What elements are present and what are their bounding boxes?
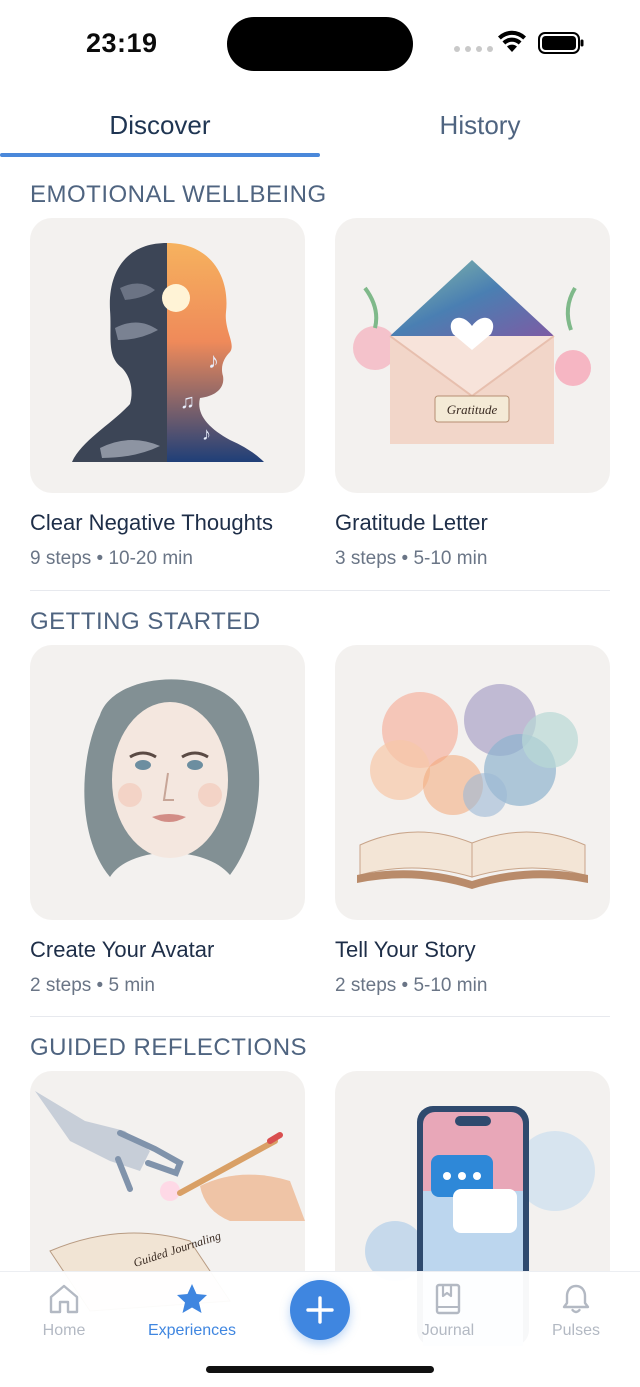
journal-icon: [435, 1283, 461, 1315]
plus-icon: [306, 1296, 334, 1324]
card-gratitude-letter[interactable]: Gratitude Gratitude Letter 3 steps • 5-1…: [335, 218, 610, 570]
card-meta: 2 steps • 5-10 min: [335, 975, 488, 996]
wifi-icon: [498, 30, 526, 52]
nav-label: Journal: [421, 1322, 475, 1339]
card-clear-negative-thoughts[interactable]: ♪ ♫ ♪ Clear Negative Thoughts 9 steps • …: [30, 218, 305, 570]
face-portrait-illustration: [30, 645, 305, 920]
section-title-getting-started: GETTING STARTED: [30, 608, 261, 635]
active-tab-indicator: [0, 153, 320, 157]
nav-label: Pulses: [551, 1322, 601, 1339]
open-book-illustration: [335, 645, 610, 920]
card-title: Gratitude Letter: [335, 510, 488, 535]
card-meta: 2 steps • 5 min: [30, 975, 155, 996]
split-head-illustration: ♪ ♫ ♪: [30, 218, 305, 493]
svg-text:♫: ♫: [180, 391, 195, 413]
nav-home[interactable]: Home: [9, 1282, 119, 1340]
section-divider: [30, 590, 610, 591]
svg-text:♪: ♪: [202, 424, 211, 444]
card-title: Clear Negative Thoughts: [30, 510, 273, 535]
card-create-your-avatar[interactable]: Create Your Avatar 2 steps • 5 min: [30, 645, 305, 997]
section-title-guided-reflections: GUIDED REFLECTIONS: [30, 1034, 308, 1061]
star-icon: [177, 1284, 207, 1313]
battery-icon: [538, 32, 584, 54]
bell-icon: [562, 1284, 590, 1314]
home-indicator: [206, 1366, 434, 1373]
section-title-emotional-wellbeing: EMOTIONAL WELLBEING: [30, 181, 327, 208]
section-divider: [30, 1016, 610, 1017]
tab-discover[interactable]: Discover: [0, 110, 320, 141]
add-button[interactable]: [290, 1280, 350, 1340]
nav-label: Experiences: [147, 1322, 237, 1339]
nav-pulses[interactable]: Pulses: [521, 1282, 631, 1340]
tab-history[interactable]: History: [320, 110, 640, 141]
segment-tabs: Discover History: [0, 90, 640, 158]
dynamic-island: [227, 17, 413, 71]
nav-experiences[interactable]: Experiences: [137, 1282, 247, 1340]
envelope-illustration: Gratitude: [335, 218, 610, 493]
card-meta: 9 steps • 10-20 min: [30, 548, 193, 569]
nav-journal[interactable]: Journal: [393, 1282, 503, 1340]
home-icon: [49, 1284, 79, 1314]
card-meta: 3 steps • 5-10 min: [335, 548, 488, 569]
card-title: Create Your Avatar: [30, 937, 215, 962]
card-tell-your-story[interactable]: Tell Your Story 2 steps • 5-10 min: [335, 645, 610, 997]
cellular-signal-icon: [454, 46, 493, 52]
nav-label: Home: [42, 1322, 86, 1339]
envelope-label: Gratitude: [447, 402, 498, 417]
svg-text:♪: ♪: [208, 348, 219, 373]
status-time: 23:19: [86, 28, 158, 58]
card-title: Tell Your Story: [335, 937, 476, 962]
status-bar: 23:19: [0, 0, 640, 90]
bottom-nav: Home Experiences Journal Pulses: [0, 1271, 640, 1387]
